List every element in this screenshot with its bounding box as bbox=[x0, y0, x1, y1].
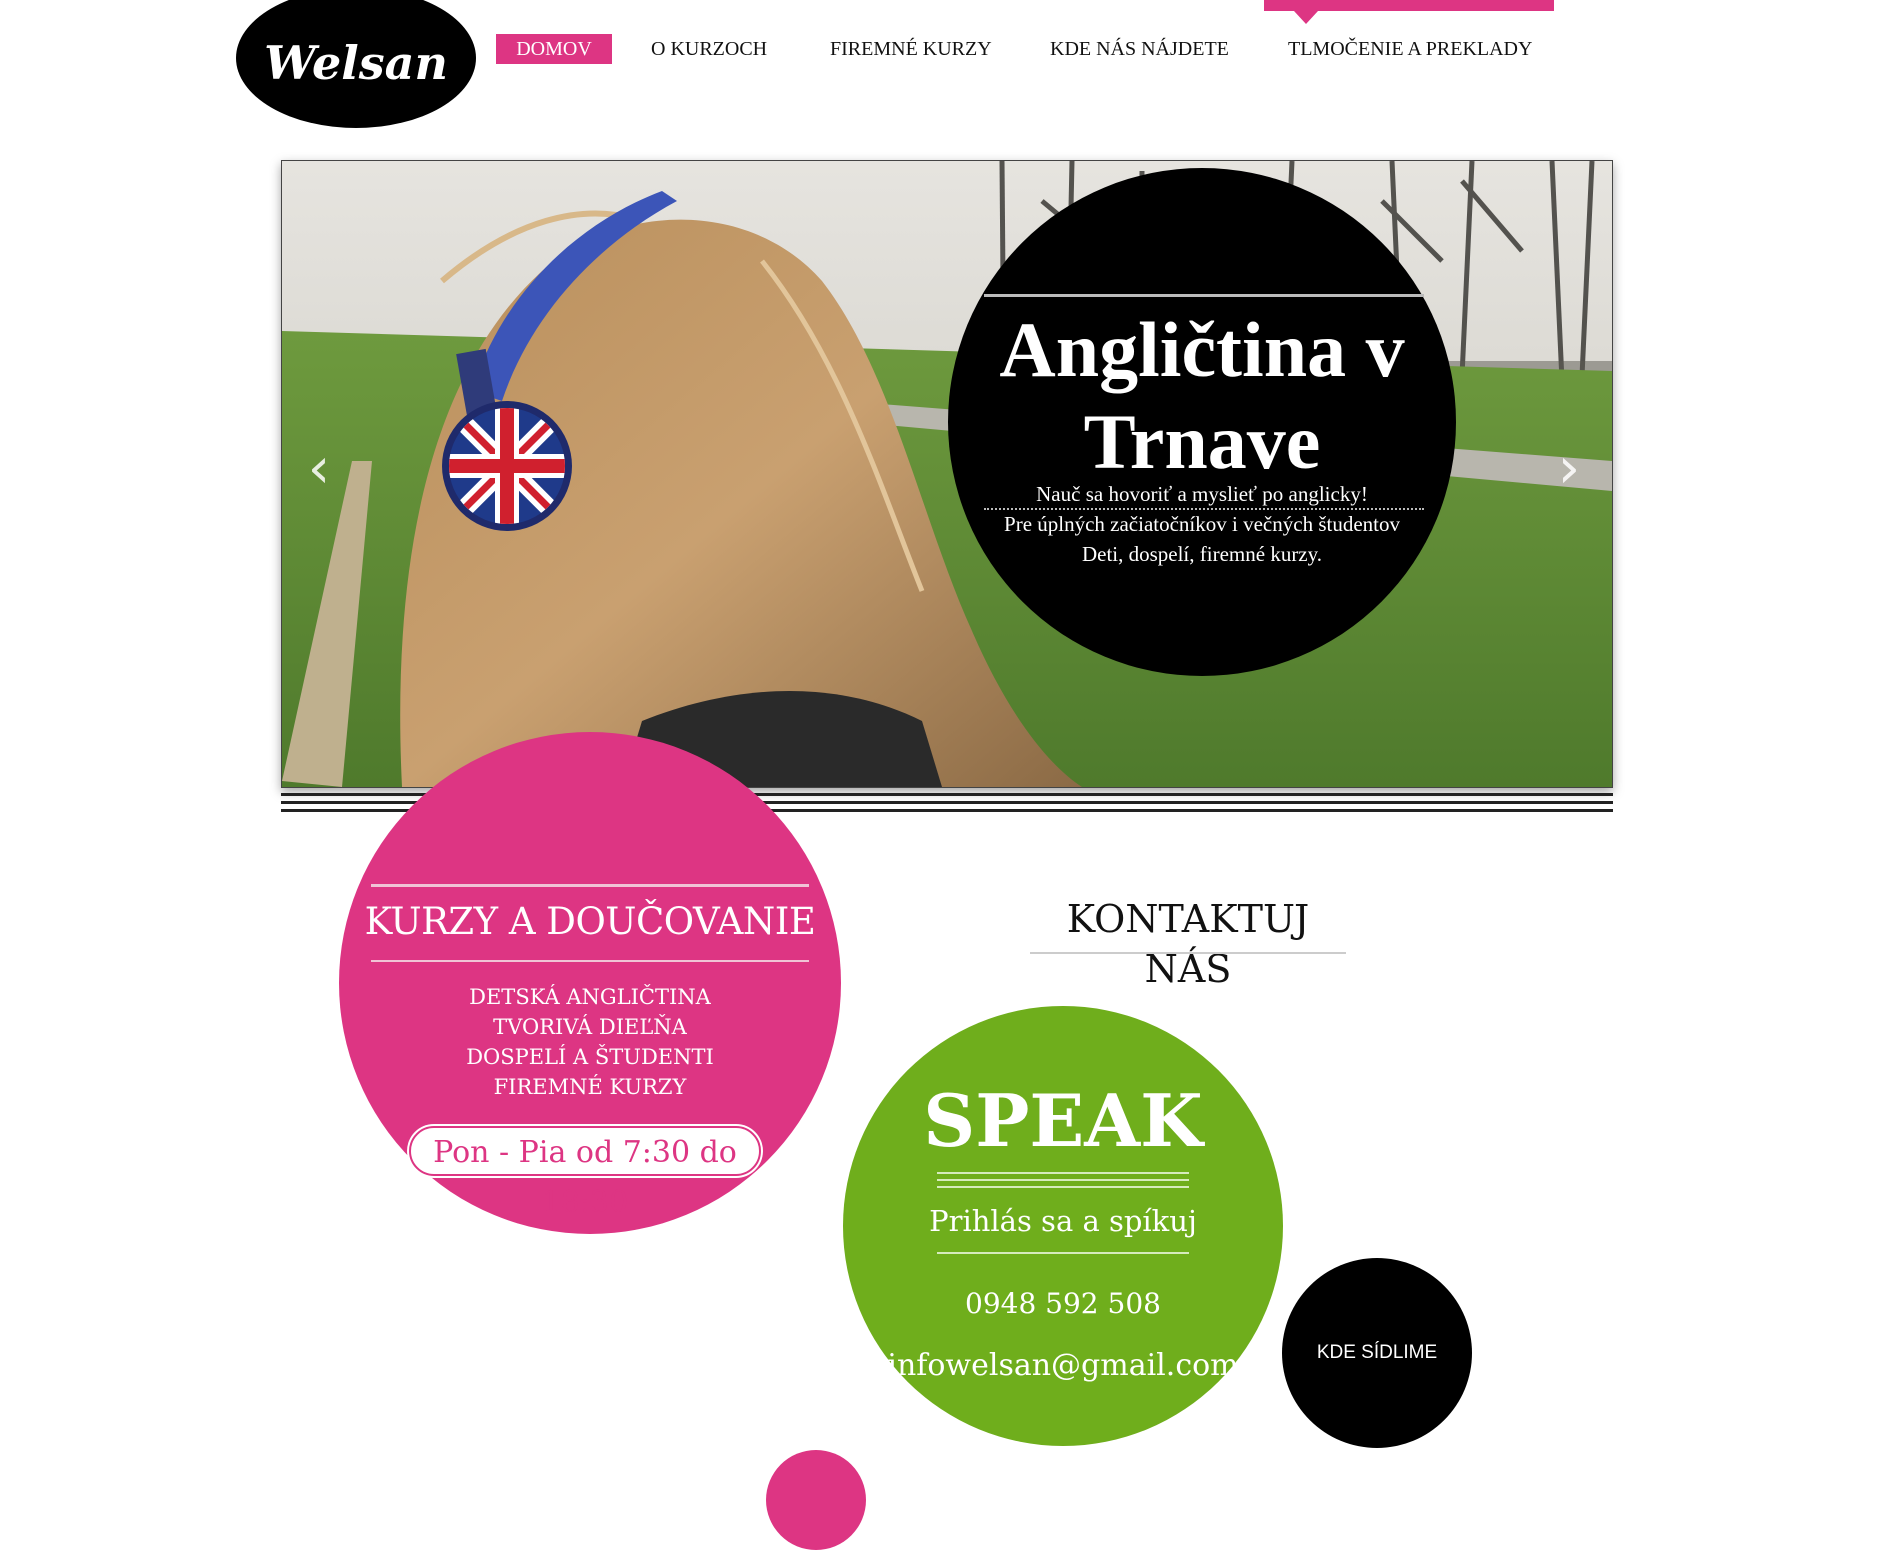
course-item[interactable]: DETSKÁ ANGLIČTINA bbox=[339, 982, 841, 1012]
courses-divider bbox=[371, 960, 809, 962]
hero-tagline: Nauč sa hovoriť a myslieť po anglicky! bbox=[1036, 482, 1368, 506]
hero-title-line2: Trnave bbox=[1083, 398, 1321, 485]
nav-item-translation[interactable]: TLMOČENIE A PREKLADY bbox=[1288, 34, 1532, 64]
hero-course-types: Deti, dospelí, firemné kurzy. bbox=[1081, 542, 1323, 566]
slider-prev-arrow-icon[interactable]: ‹ bbox=[304, 439, 334, 499]
contact-phone[interactable]: 0948 592 508 bbox=[843, 1284, 1283, 1324]
course-item[interactable]: TVORIVÁ DIEĽŇA bbox=[339, 1012, 841, 1042]
hero-audience: Pre úplných začiatočníkov i večných štud… bbox=[1004, 512, 1400, 536]
speak-divider bbox=[937, 1252, 1189, 1254]
speak-circle: SPEAK Prihlás sa a spíkuj 0948 592 508 i… bbox=[843, 1006, 1283, 1446]
nav-item-home[interactable]: DOMOV bbox=[496, 34, 612, 64]
slider-next-arrow-icon[interactable]: › bbox=[1554, 439, 1584, 499]
logo-text: Welsan bbox=[264, 36, 448, 90]
nav-highlight-bar bbox=[1264, 0, 1554, 11]
courses-circle: KURZY A DOUČOVANIE DETSKÁ ANGLIČTINA TVO… bbox=[339, 732, 841, 1234]
courses-title: KURZY A DOUČOVANIE bbox=[364, 900, 816, 943]
hero-title-line1: Angličtina v bbox=[999, 306, 1405, 393]
speak-divider bbox=[937, 1186, 1189, 1188]
speak-title: SPEAK bbox=[923, 1078, 1203, 1163]
decorative-circle bbox=[766, 1450, 866, 1550]
opening-hours-badge: Pon - Pia od 7:30 do 18:30 bbox=[409, 1126, 761, 1220]
hero-title: Angličtina v Trnave bbox=[948, 304, 1456, 488]
nav-pointer bbox=[1294, 11, 1318, 24]
speak-subtitle: Prihlás sa a spíkuj bbox=[929, 1204, 1197, 1238]
nav-item-find-us[interactable]: KDE NÁS NÁJDETE bbox=[1050, 34, 1229, 64]
course-item[interactable]: FIREMNÉ KURZY bbox=[339, 1072, 841, 1102]
contact-email[interactable]: infowelsan@gmail.com bbox=[833, 1344, 1293, 1388]
contact-heading: KONTAKTUJ NÁS bbox=[1066, 897, 1310, 991]
speak-divider bbox=[937, 1172, 1189, 1174]
nav-item-corporate-courses[interactable]: FIREMNÉ KURZY bbox=[830, 34, 992, 64]
hero-divider bbox=[984, 294, 1424, 297]
logo[interactable]: Welsan bbox=[236, 0, 476, 128]
speak-divider bbox=[937, 1179, 1189, 1181]
hero-circle: Angličtina v Trnave Nauč sa hovoriť a my… bbox=[948, 168, 1456, 676]
courses-divider bbox=[371, 884, 809, 887]
contact-heading-underline bbox=[1030, 952, 1346, 954]
location-button[interactable]: KDE SÍDLIME bbox=[1282, 1258, 1472, 1448]
course-item[interactable]: DOSPELÍ A ŠTUDENTI bbox=[339, 1042, 841, 1072]
nav-item-courses[interactable]: O KURZOCH bbox=[651, 34, 767, 64]
